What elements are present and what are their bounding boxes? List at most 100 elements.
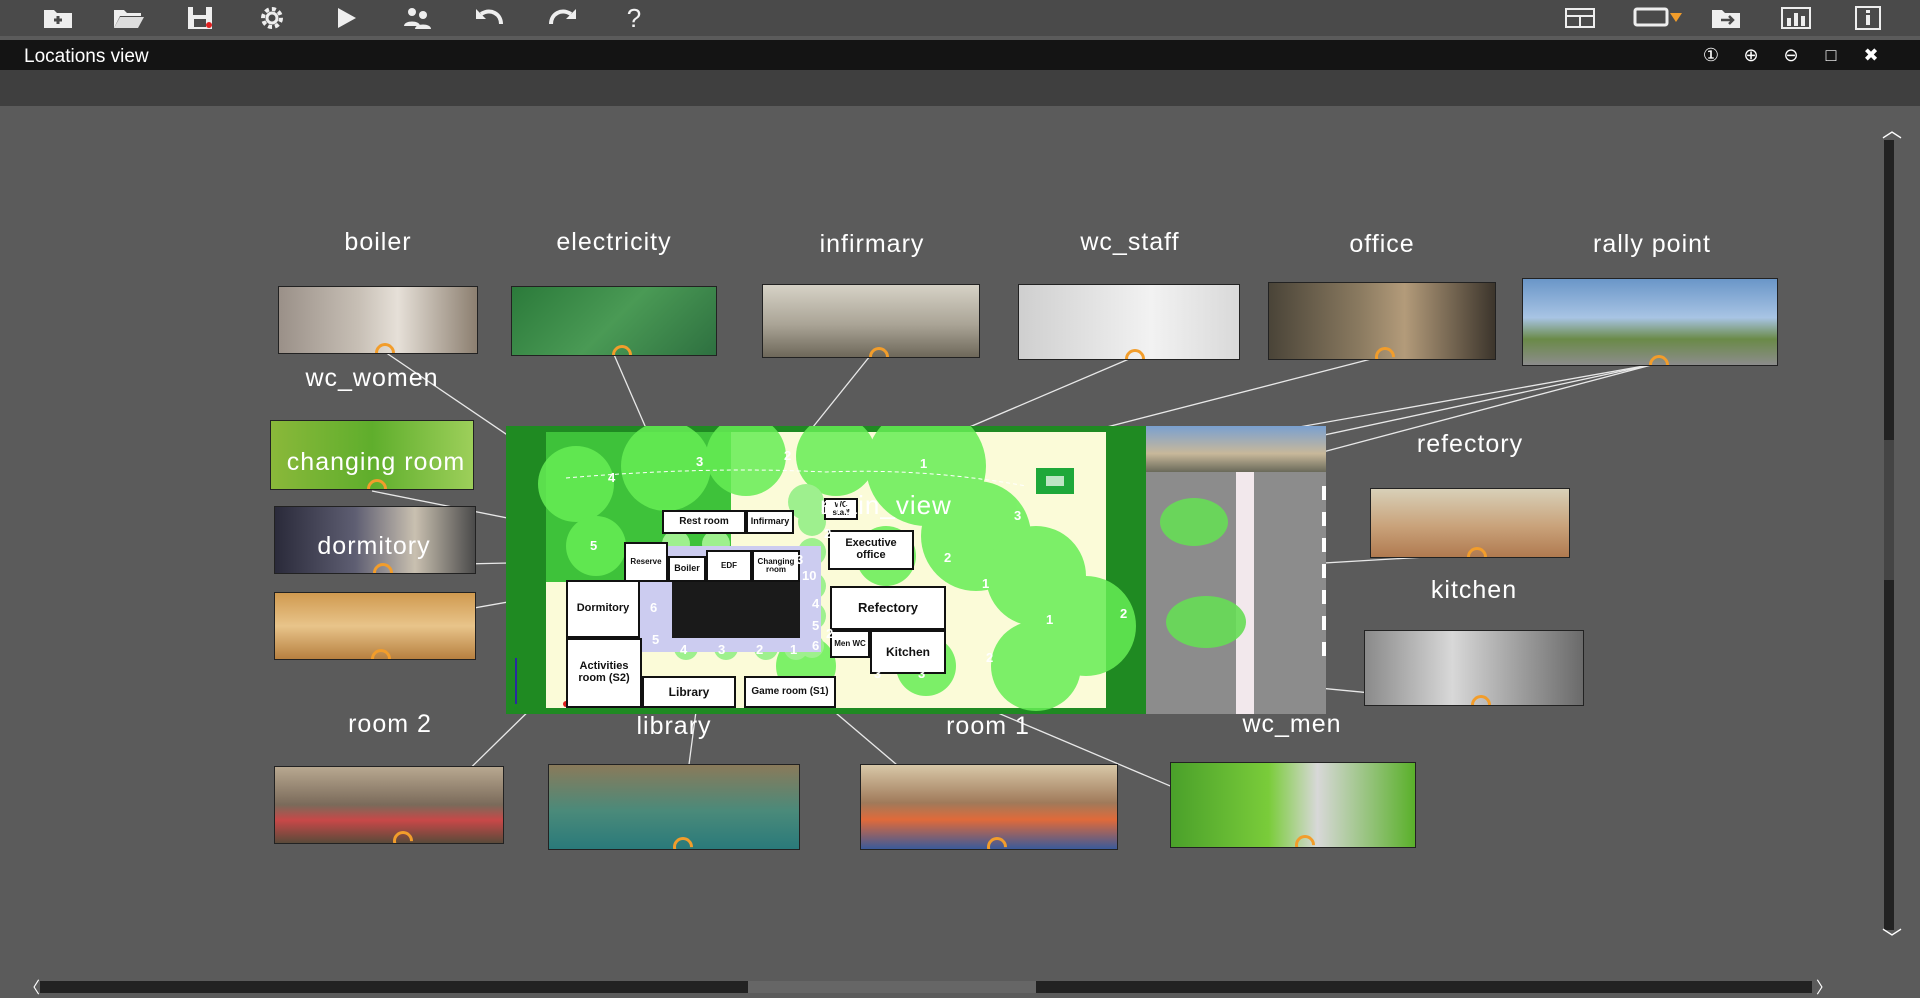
rally-point-thumbnail[interactable] bbox=[1522, 278, 1778, 366]
men-wc-room[interactable]: Men WC bbox=[830, 630, 870, 658]
zoom-in-icon[interactable]: ⊕ bbox=[1740, 44, 1762, 66]
parking-thumbnail[interactable] bbox=[1146, 426, 1326, 472]
camera-marker-icon bbox=[982, 832, 1012, 849]
horizontal-scroll-thumb[interactable] bbox=[748, 981, 1036, 993]
zone-number: 8 bbox=[726, 568, 734, 583]
reset-zoom-icon[interactable]: ① bbox=[1700, 44, 1722, 66]
info-icon[interactable] bbox=[1848, 2, 1888, 34]
room1-thumbnail[interactable] bbox=[860, 764, 1118, 850]
electricity-thumbnail[interactable] bbox=[511, 286, 717, 356]
scroll-left-icon[interactable]: 〈 bbox=[24, 974, 40, 998]
wc-men-label: wc_men bbox=[1242, 710, 1342, 738]
main-toolbar: ? bbox=[0, 0, 1920, 36]
camera-marker-icon bbox=[668, 832, 698, 849]
zone-number: 6 bbox=[650, 600, 658, 615]
road-area bbox=[1146, 426, 1326, 714]
room2-thumbnail[interactable] bbox=[274, 766, 504, 844]
scroll-up-icon[interactable]: ︿ bbox=[1882, 114, 1902, 143]
camera-marker-icon bbox=[388, 826, 418, 843]
electricity-label: electricity bbox=[556, 228, 672, 256]
library-label: library bbox=[636, 712, 712, 740]
boiler-room[interactable]: Boiler bbox=[668, 556, 706, 582]
zone-number: 4 bbox=[812, 596, 820, 611]
executive-office-room[interactable]: Executive office bbox=[828, 530, 914, 570]
library-room[interactable]: Library bbox=[642, 676, 736, 708]
main-view-floorplan[interactable]: Rest room Infirmary WC staff Executive o… bbox=[506, 426, 1146, 714]
room1-label: room 1 bbox=[946, 712, 1030, 740]
camera-marker-icon bbox=[370, 338, 400, 353]
zone-number: 2 bbox=[756, 642, 764, 657]
main-view-label: main_view bbox=[820, 490, 952, 520]
zone-number: 3 bbox=[696, 454, 704, 469]
users-icon[interactable] bbox=[398, 2, 438, 34]
camera-marker-icon bbox=[1466, 690, 1496, 705]
activities-room[interactable]: Activities room (S2) bbox=[566, 638, 642, 708]
kitchen-thumbnail[interactable] bbox=[1364, 630, 1584, 706]
camera-marker-icon bbox=[368, 558, 398, 573]
refectory-thumbnail[interactable] bbox=[1370, 488, 1570, 558]
rest-room[interactable]: Rest room bbox=[662, 510, 746, 534]
infirmary-label: infirmary bbox=[819, 230, 925, 258]
view-subbar bbox=[0, 70, 1920, 106]
refectory-room[interactable]: Refectory bbox=[830, 586, 946, 630]
scroll-right-icon[interactable]: 〉 bbox=[1816, 974, 1832, 998]
zone-number: 6 bbox=[812, 638, 820, 653]
new-folder-icon[interactable] bbox=[38, 2, 78, 34]
zone-number: 4 bbox=[680, 642, 688, 657]
zoom-out-icon[interactable]: ⊖ bbox=[1780, 44, 1802, 66]
wc-men-thumbnail[interactable] bbox=[1170, 762, 1416, 848]
locations-canvas[interactable]: boiler electricity infirmary wc_staff of… bbox=[0, 106, 1880, 976]
dormitory-room[interactable]: Dormitory bbox=[566, 580, 640, 638]
gear-icon[interactable] bbox=[252, 2, 292, 34]
refectory-label: refectory bbox=[1416, 430, 1524, 458]
zone-number: 2 bbox=[784, 448, 792, 463]
help-icon[interactable]: ? bbox=[614, 2, 654, 34]
close-icon[interactable]: ✖ bbox=[1860, 44, 1882, 66]
zone-number: 1 bbox=[1046, 612, 1054, 627]
room2-label: room 2 bbox=[348, 710, 432, 738]
wc-staff-label: wc_staff bbox=[1080, 228, 1180, 256]
open-folder-icon[interactable] bbox=[108, 2, 148, 34]
office-thumbnail[interactable] bbox=[1268, 282, 1496, 360]
infirmary-room[interactable]: Infirmary bbox=[746, 510, 794, 534]
zone-number: 2 bbox=[944, 550, 952, 565]
undo-icon[interactable] bbox=[470, 2, 510, 34]
zone-number: 3 bbox=[718, 642, 726, 657]
maximize-icon[interactable]: □ bbox=[1820, 44, 1842, 66]
zone-number: 1 bbox=[982, 576, 990, 591]
changing-room-label: changing room bbox=[286, 448, 466, 476]
scroll-down-icon[interactable]: ﹀ bbox=[1882, 922, 1902, 951]
vertical-scroll-thumb[interactable] bbox=[1884, 440, 1894, 580]
chart-icon[interactable] bbox=[1776, 2, 1816, 34]
infirmary-thumbnail[interactable] bbox=[762, 284, 980, 358]
zone-number: 2 bbox=[986, 650, 994, 665]
camera-marker-icon bbox=[1290, 830, 1320, 847]
zone-number: 7 bbox=[658, 568, 666, 583]
layout-icon[interactable] bbox=[1560, 2, 1600, 34]
zone-number: 4 bbox=[608, 470, 616, 485]
display-icon[interactable] bbox=[1630, 2, 1686, 34]
save-icon[interactable] bbox=[180, 2, 220, 34]
kitchen-room[interactable]: Kitchen bbox=[870, 630, 946, 674]
kitchen-label: kitchen bbox=[1430, 576, 1518, 604]
road-lane bbox=[1236, 472, 1254, 714]
dormitory-thumbnail[interactable] bbox=[274, 592, 476, 660]
game-room[interactable]: Game room (S1) bbox=[744, 676, 836, 708]
export-icon[interactable] bbox=[1706, 2, 1746, 34]
redo-icon[interactable] bbox=[542, 2, 582, 34]
library-thumbnail[interactable] bbox=[548, 764, 800, 850]
play-icon[interactable] bbox=[326, 2, 366, 34]
camera-marker-icon bbox=[1370, 342, 1400, 359]
camera-marker-icon bbox=[366, 644, 396, 659]
camera-marker-icon bbox=[864, 342, 894, 357]
camera-marker-icon bbox=[362, 474, 392, 489]
zone-number: 1 bbox=[920, 456, 928, 471]
camera-marker-icon bbox=[1462, 542, 1492, 557]
wc-women-label: wc_women bbox=[305, 364, 439, 392]
boiler-thumbnail[interactable] bbox=[278, 286, 478, 354]
rally-point-label: rally point bbox=[1593, 230, 1711, 258]
changing-room[interactable]: Changing room bbox=[752, 550, 800, 582]
wc-staff-thumbnail[interactable] bbox=[1018, 284, 1240, 360]
zone-number: 5 bbox=[590, 538, 598, 553]
zone-number: 9 bbox=[768, 568, 776, 583]
